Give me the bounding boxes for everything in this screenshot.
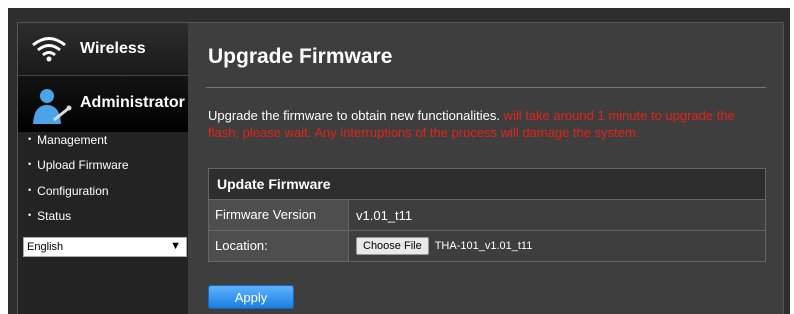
sidebar-item-status[interactable]: • Status	[28, 209, 71, 223]
file-name: THA-101_v1.01_t11	[434, 240, 533, 252]
sidebar-item-label: Status	[37, 209, 72, 223]
dropdown-arrow-icon: ▼	[170, 240, 181, 252]
sidebar-item-label: Configuration	[37, 184, 109, 198]
sidebar-item-configuration[interactable]: • Configuration	[28, 184, 109, 198]
admin-user-icon	[33, 89, 72, 124]
bullet-icon: •	[28, 210, 32, 220]
sidebar-item-management[interactable]: • Management	[28, 133, 107, 147]
firmware-table: Update Firmware Firmware Version v1.01_t…	[208, 168, 766, 262]
wifi-icon	[32, 37, 66, 62]
choose-file-button[interactable]: Choose File	[356, 237, 429, 255]
title-divider	[206, 87, 766, 88]
sidebar-title-administrator: Administrator	[80, 94, 185, 111]
apply-button[interactable]: Apply	[208, 285, 294, 309]
location-label: Location:	[209, 231, 349, 261]
version-value: v1.01_t11	[350, 200, 765, 230]
table-row-version: Firmware Version v1.01_t11	[209, 200, 765, 231]
sidebar-title-wireless: Wireless	[80, 40, 146, 57]
table-header-label: Update Firmware	[217, 176, 331, 192]
language-value: English	[27, 241, 64, 253]
sidebar: Wireless Administrator • Management • Uplo…	[18, 23, 188, 314]
sidebar-item-upload-firmware[interactable]: • Upload Firmware	[28, 158, 129, 172]
bullet-icon: •	[28, 185, 32, 195]
bullet-icon: •	[28, 159, 32, 169]
bullet-icon: •	[28, 134, 32, 144]
description-text: Upgrade the firmware to obtain new funct…	[208, 108, 500, 123]
description: Upgrade the firmware to obtain new funct…	[208, 107, 753, 141]
page-title: Upgrade Firmware	[208, 45, 393, 68]
table-header: Update Firmware	[209, 169, 765, 200]
content-area: Upgrade Firmware Upgrade the firmware to…	[188, 23, 783, 314]
sidebar-item-administrator[interactable]: Administrator	[18, 76, 188, 132]
version-label: Firmware Version	[209, 200, 349, 230]
language-select[interactable]: English ▼	[23, 237, 187, 257]
location-value: Choose File THA-101_v1.01_t11	[350, 231, 765, 261]
sidebar-item-wireless[interactable]: Wireless	[18, 23, 188, 76]
sidebar-item-label: Management	[37, 133, 108, 147]
sidebar-item-label: Upload Firmware	[37, 158, 129, 172]
table-row-location: Location: Choose File THA-101_v1.01_t11	[209, 231, 765, 261]
